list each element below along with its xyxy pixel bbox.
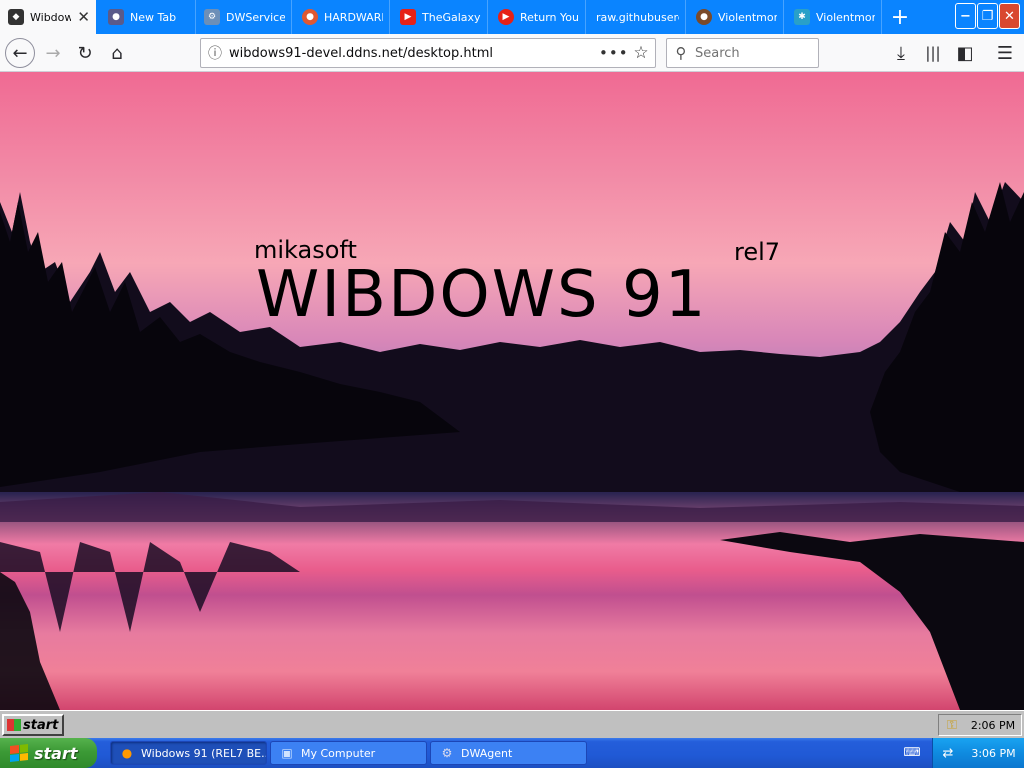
- menu-button[interactable]: ☰: [990, 38, 1020, 68]
- bookmark-star-icon[interactable]: ☆: [627, 43, 655, 63]
- windows-logo-icon: [7, 719, 21, 731]
- xp-taskbar: start ● Wibdows 91 (REL7 BE... ▣ My Comp…: [0, 738, 1024, 768]
- keyboard-icon[interactable]: ⌨: [902, 745, 922, 761]
- tab-dwservice[interactable]: ⚙ DWService: [196, 0, 292, 34]
- wibdows-icon: ◆: [8, 9, 24, 25]
- youtube-icon: ▶: [400, 9, 416, 25]
- tab-strip: ◆ Wibdows 91 (REL7 BETA) ✕ ● New Tab ⚙ D…: [0, 0, 1024, 34]
- close-tab-icon[interactable]: ✕: [77, 8, 90, 26]
- windows-flag-icon: [10, 744, 28, 762]
- firefox-icon: ●: [121, 746, 133, 760]
- task-label: My Computer: [301, 746, 376, 760]
- hamburger-icon: ☰: [996, 42, 1014, 64]
- puzzle-icon: ✱: [794, 9, 810, 25]
- youtube-red-icon: ▶: [498, 9, 514, 25]
- tab-wibdows[interactable]: ◆ Wibdows 91 (REL7 BETA) ✕: [0, 0, 96, 34]
- wallpaper-landscape: [0, 182, 1024, 710]
- wibdows-taskbar: start ⚿ 2:06 PM: [0, 710, 1024, 738]
- task-dwagent[interactable]: ⚙ DWAgent: [430, 741, 587, 765]
- downloads-button[interactable]: ⤓: [886, 38, 916, 68]
- search-placeholder: Search: [695, 45, 740, 61]
- wibdows-system-tray: ⚿ 2:06 PM: [938, 714, 1022, 736]
- tab-title: TheGalaxyS: [422, 10, 481, 24]
- url-text[interactable]: wibdows91-devel.ddns.net/desktop.html: [229, 46, 599, 61]
- close-window-button[interactable]: ✕: [999, 3, 1020, 29]
- gear-icon: ⚙: [441, 746, 453, 760]
- forward-button[interactable]: →: [38, 38, 68, 68]
- arrow-right-icon: →: [45, 42, 61, 64]
- new-tab-button[interactable]: +: [884, 0, 916, 34]
- minimize-button[interactable]: −: [955, 3, 976, 29]
- sidebar-icon: ◧: [956, 42, 974, 64]
- task-my-computer[interactable]: ▣ My Computer: [270, 741, 427, 765]
- firefox-icon: ●: [108, 9, 124, 25]
- task-label: Wibdows 91 (REL7 BE...: [141, 746, 267, 760]
- tab-hardware[interactable]: ● HARDWARE: [294, 0, 390, 34]
- tab-new-tab[interactable]: ● New Tab: [100, 0, 196, 34]
- violentmonkey-icon: ●: [696, 9, 712, 25]
- page-actions-icon[interactable]: •••: [599, 44, 628, 62]
- computer-icon: ▣: [281, 746, 293, 760]
- wibdows-start-button[interactable]: start: [2, 714, 64, 736]
- start-label: start: [34, 743, 78, 763]
- library-icon: |||: [925, 44, 941, 62]
- back-button[interactable]: ←: [5, 38, 35, 68]
- tab-title: New Tab: [130, 10, 177, 24]
- tab-title: Violentmonk: [718, 10, 777, 24]
- tab-violentmonkey-1[interactable]: ● Violentmonk: [688, 0, 784, 34]
- task-label: DWAgent: [461, 746, 513, 760]
- url-bar[interactable]: ⓘ wibdows91-devel.ddns.net/desktop.html …: [200, 38, 656, 68]
- tab-title: DWService: [226, 10, 285, 24]
- tab-title: Violentmonk: [816, 10, 875, 24]
- sidebar-button[interactable]: ◧: [950, 38, 980, 68]
- tab-title: Return YouT: [520, 10, 579, 24]
- info-icon[interactable]: ⓘ: [201, 43, 229, 63]
- tab-title: raw.githubuserc: [596, 10, 679, 24]
- xp-system-tray: ⇄ 3:06 PM: [932, 738, 1024, 768]
- xp-start-button[interactable]: start: [0, 738, 97, 768]
- tab-violentmonkey-2[interactable]: ✱ Violentmonk: [786, 0, 882, 34]
- start-label: start: [23, 717, 59, 733]
- brand-release: rel7: [734, 238, 781, 266]
- tab-raw-github[interactable]: raw.githubuserc: [588, 0, 686, 34]
- task-firefox[interactable]: ● Wibdows 91 (REL7 BE...: [110, 741, 267, 765]
- reload-icon: ↻: [77, 42, 93, 64]
- network-icon[interactable]: ⇄: [933, 746, 963, 761]
- arrow-left-icon: ←: [12, 42, 28, 64]
- download-icon: ⤓: [897, 42, 905, 64]
- xp-clock[interactable]: 3:06 PM: [963, 747, 1024, 760]
- search-icon: ⚲: [675, 44, 687, 62]
- tab-title: HARDWARE: [324, 10, 383, 24]
- gear-icon: ⚙: [204, 9, 220, 25]
- tab-thegalaxys[interactable]: ▶ TheGalaxyS: [392, 0, 488, 34]
- tab-return-youtube[interactable]: ▶ Return YouT: [490, 0, 586, 34]
- duckduckgo-icon: ●: [302, 9, 318, 25]
- library-button[interactable]: |||: [918, 38, 948, 68]
- desktop[interactable]: mikasoft WIBDOWS 91 rel7: [0, 72, 1024, 710]
- key-icon[interactable]: ⚿: [939, 718, 965, 733]
- reload-button[interactable]: ↻: [70, 38, 100, 68]
- restore-button[interactable]: ❐: [977, 3, 998, 29]
- tab-title: Wibdows 91 (REL7 BETA): [30, 10, 72, 24]
- brand-title: WIBDOWS 91: [256, 258, 708, 332]
- home-icon: ⌂: [111, 42, 123, 64]
- navigation-toolbar: ← → ↻ ⌂ ⓘ wibdows91-devel.ddns.net/deskt…: [0, 34, 1024, 72]
- home-button[interactable]: ⌂: [102, 38, 132, 68]
- wibdows-clock[interactable]: 2:06 PM: [965, 719, 1021, 732]
- search-input[interactable]: ⚲ Search: [666, 38, 819, 68]
